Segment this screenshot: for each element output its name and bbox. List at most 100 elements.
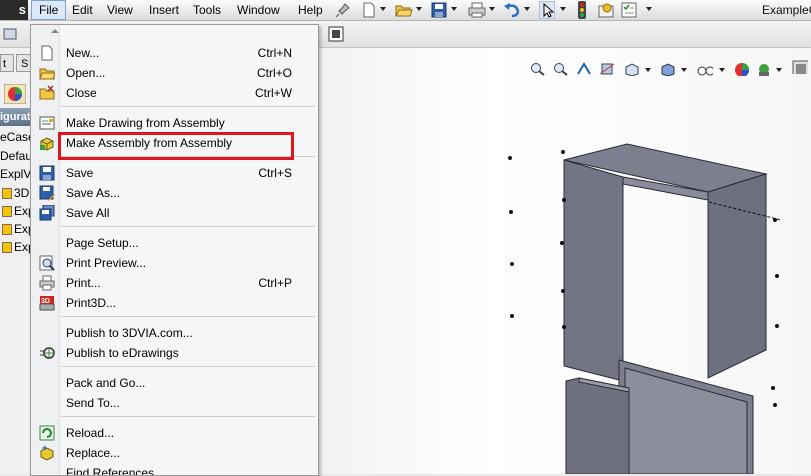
menu-item-publish-edrawings[interactable]: Publish to eDrawings [31, 343, 318, 363]
pin-icon[interactable] [335, 2, 351, 18]
save-dropdown-icon[interactable] [451, 7, 457, 11]
menu-item-label: Print3D... [66, 296, 117, 310]
menu-item-pack-and-go[interactable]: Pack and Go... [31, 373, 318, 393]
menu-item-label: Send To... [66, 396, 120, 410]
printer-icon[interactable] [468, 2, 486, 18]
menu-file[interactable]: File [31, 0, 67, 20]
menu-item-new[interactable]: New... Ctrl+N [31, 43, 318, 63]
screw [773, 403, 777, 407]
menu-help[interactable]: Help [291, 0, 330, 20]
menu-item-label: Save [66, 166, 94, 180]
close-folder-icon [39, 85, 55, 100]
menu-item-shortcut: Ctrl+O [256, 66, 292, 80]
menu-item-send-to[interactable]: Send To... [31, 393, 318, 413]
menu-item-replace[interactable]: Replace... [31, 443, 318, 463]
menu-insert[interactable]: Insert [142, 0, 186, 20]
menu-item-label: Pack and Go... [66, 376, 146, 390]
menu-item-shortcut: Ctrl+S [258, 166, 292, 180]
save-icon[interactable] [431, 2, 447, 18]
new-document-icon[interactable] [361, 2, 377, 18]
menu-edit[interactable]: Edit [65, 0, 100, 20]
print-preview-icon [39, 255, 55, 271]
menu-item-label: New... [66, 46, 100, 60]
sketch-icon[interactable] [328, 26, 344, 42]
screw [562, 325, 566, 329]
new-dropdown-icon[interactable] [380, 7, 386, 11]
explode-step-icon [2, 224, 12, 236]
options-icon[interactable] [598, 2, 616, 18]
menu-item-open[interactable]: Open... Ctrl+O [31, 63, 318, 83]
file-menu-dropdown: New... Ctrl+N Open... Ctrl+O Close Ctrl+… [30, 24, 319, 476]
undo-dropdown-icon[interactable] [524, 7, 530, 11]
menu-item-label: Publish to 3DVIA.com... [66, 326, 193, 340]
scroll-up-arrow[interactable] [51, 29, 59, 33]
menu-item-page-setup[interactable]: Page Setup... [31, 233, 318, 253]
menu-item-save[interactable]: Save Ctrl+S [31, 163, 318, 183]
menu-item-label: Page Setup... [66, 236, 139, 250]
screw [775, 324, 779, 328]
open-folder-icon [39, 68, 55, 80]
menu-window[interactable]: Window [230, 0, 287, 20]
menu-item-label: Make Drawing from Assembly [66, 116, 225, 130]
new-document-icon [41, 45, 53, 61]
undo-icon[interactable] [503, 2, 521, 18]
replace-icon [40, 445, 54, 461]
menu-item-print3d[interactable]: 3D Print3D... [31, 293, 318, 313]
open-folder-icon[interactable] [395, 2, 413, 18]
menu-item-shortcut: Ctrl+W [255, 86, 292, 100]
cover-right-side [707, 173, 767, 379]
explode-step-icon [2, 206, 12, 218]
menu-item-print[interactable]: Print... Ctrl+P [31, 273, 318, 293]
screw [509, 210, 513, 214]
checklist-icon[interactable] [621, 2, 637, 18]
save-all-icon [39, 205, 55, 221]
screw [561, 150, 565, 154]
options-dropdown-icon[interactable] [646, 7, 652, 11]
menu-item-close[interactable]: Close Ctrl+W [31, 83, 318, 103]
menu-item-label: Open... [66, 66, 106, 80]
exploded-assembly-model[interactable] [317, 48, 811, 474]
tree-item-3d[interactable]: 3D [2, 184, 29, 202]
menu-item-find-references[interactable]: Find References... [31, 463, 318, 475]
open-dropdown-icon[interactable] [416, 7, 422, 11]
screw [510, 314, 514, 318]
menu-item-reload[interactable]: Reload... [31, 423, 318, 443]
print3d-icon: 3D [39, 296, 55, 311]
menu-view[interactable]: View [100, 0, 140, 20]
configuration-header: iguratio [0, 108, 32, 126]
menu-separator [61, 226, 315, 227]
menu-item-make-drawing[interactable]: Make Drawing from Assembly [31, 113, 318, 133]
menu-item-label: Save All [66, 206, 110, 220]
menu-separator [61, 106, 315, 107]
cover-left-side [563, 159, 624, 382]
menu-item-publish-3dvia[interactable]: Publish to 3DVIA.com... [31, 323, 318, 343]
make-assembly-icon [40, 137, 54, 151]
explode-step-icon [2, 242, 12, 254]
screw [562, 198, 566, 202]
screw [775, 274, 779, 278]
menu-tools[interactable]: Tools [186, 0, 228, 20]
select-arrow-icon[interactable] [539, 1, 555, 19]
make-drawing-icon [39, 116, 55, 130]
traffic-light-icon[interactable] [576, 1, 588, 19]
menu-item-label: Print Preview... [66, 256, 147, 270]
lower-left-panel [565, 377, 630, 474]
save-icon [39, 165, 55, 181]
edrawings-icon [40, 347, 55, 359]
menu-separator [61, 316, 315, 317]
menu-item-label: Save As... [66, 186, 121, 200]
window-title: ExampleC [762, 3, 811, 17]
appearance-icon[interactable] [4, 84, 26, 104]
toolbar-tool-icon[interactable] [2, 26, 18, 42]
menu-item-save-all[interactable]: Save All [31, 203, 318, 223]
screw [561, 289, 565, 293]
print-dropdown-icon[interactable] [489, 7, 495, 11]
menu-item-save-as[interactable]: Save As... [31, 183, 318, 203]
menu-item-print-preview[interactable]: Print Preview... [31, 253, 318, 273]
menu-separator [61, 366, 315, 367]
menu-item-label: Close [66, 86, 97, 100]
menu-item-shortcut: Ctrl+P [258, 276, 292, 290]
tab-feature-manager[interactable]: t [0, 54, 14, 72]
config-icon [2, 188, 12, 200]
select-dropdown-icon[interactable] [560, 7, 566, 11]
